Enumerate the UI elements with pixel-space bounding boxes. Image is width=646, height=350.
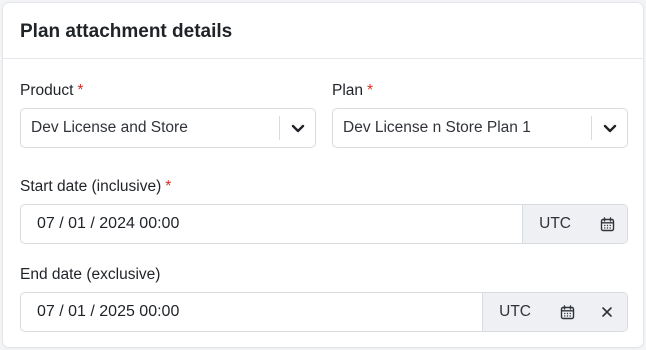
- required-asterisk: *: [77, 82, 84, 99]
- plan-label-text: Plan: [332, 82, 364, 99]
- chevron-down-icon: [603, 124, 616, 132]
- end-date-timezone: UTC: [499, 303, 531, 320]
- product-select[interactable]: Dev License and Store: [20, 108, 316, 148]
- card-header: Plan attachment details: [3, 3, 643, 59]
- end-date-label: End date (exclusive): [20, 266, 160, 284]
- close-icon: [602, 307, 612, 317]
- plan-select[interactable]: Dev License n Store Plan 1: [332, 108, 628, 148]
- start-date-label-text: Start date (inclusive): [20, 178, 162, 195]
- end-date-calendar-button[interactable]: [547, 293, 587, 331]
- chevron-down-icon: [291, 124, 304, 132]
- required-asterisk: *: [367, 82, 374, 99]
- end-date-input[interactable]: 07 / 01 / 2025 00:00: [21, 293, 482, 331]
- start-date-input[interactable]: 07 / 01 / 2024 00:00: [21, 205, 522, 243]
- plan-attachment-card: Plan attachment details Product * Dev Lic…: [3, 3, 643, 347]
- product-select-value: Dev License and Store: [31, 119, 188, 136]
- plan-select-toggle[interactable]: [591, 116, 627, 140]
- start-date-timezone: UTC: [539, 215, 571, 232]
- product-label-text: Product: [20, 82, 74, 99]
- calendar-icon: [560, 304, 574, 319]
- product-label: Product *: [20, 82, 83, 100]
- card-title: Plan attachment details: [20, 21, 233, 42]
- start-date-calendar-button[interactable]: [587, 205, 627, 243]
- required-asterisk: *: [165, 178, 172, 195]
- product-select-toggle[interactable]: [279, 116, 315, 140]
- start-date-field[interactable]: 07 / 01 / 2024 00:00 UTC: [20, 204, 628, 244]
- start-date-addon: UTC: [522, 205, 627, 243]
- end-date-label-text: End date (exclusive): [20, 266, 161, 283]
- plan-label: Plan *: [332, 82, 373, 100]
- plan-select-value: Dev License n Store Plan 1: [343, 119, 531, 136]
- calendar-icon: [600, 216, 614, 231]
- end-date-addon: UTC: [482, 293, 627, 331]
- start-date-label: Start date (inclusive) *: [20, 178, 171, 196]
- end-date-field[interactable]: 07 / 01 / 2025 00:00 UTC: [20, 292, 628, 332]
- end-date-clear-button[interactable]: [587, 293, 627, 331]
